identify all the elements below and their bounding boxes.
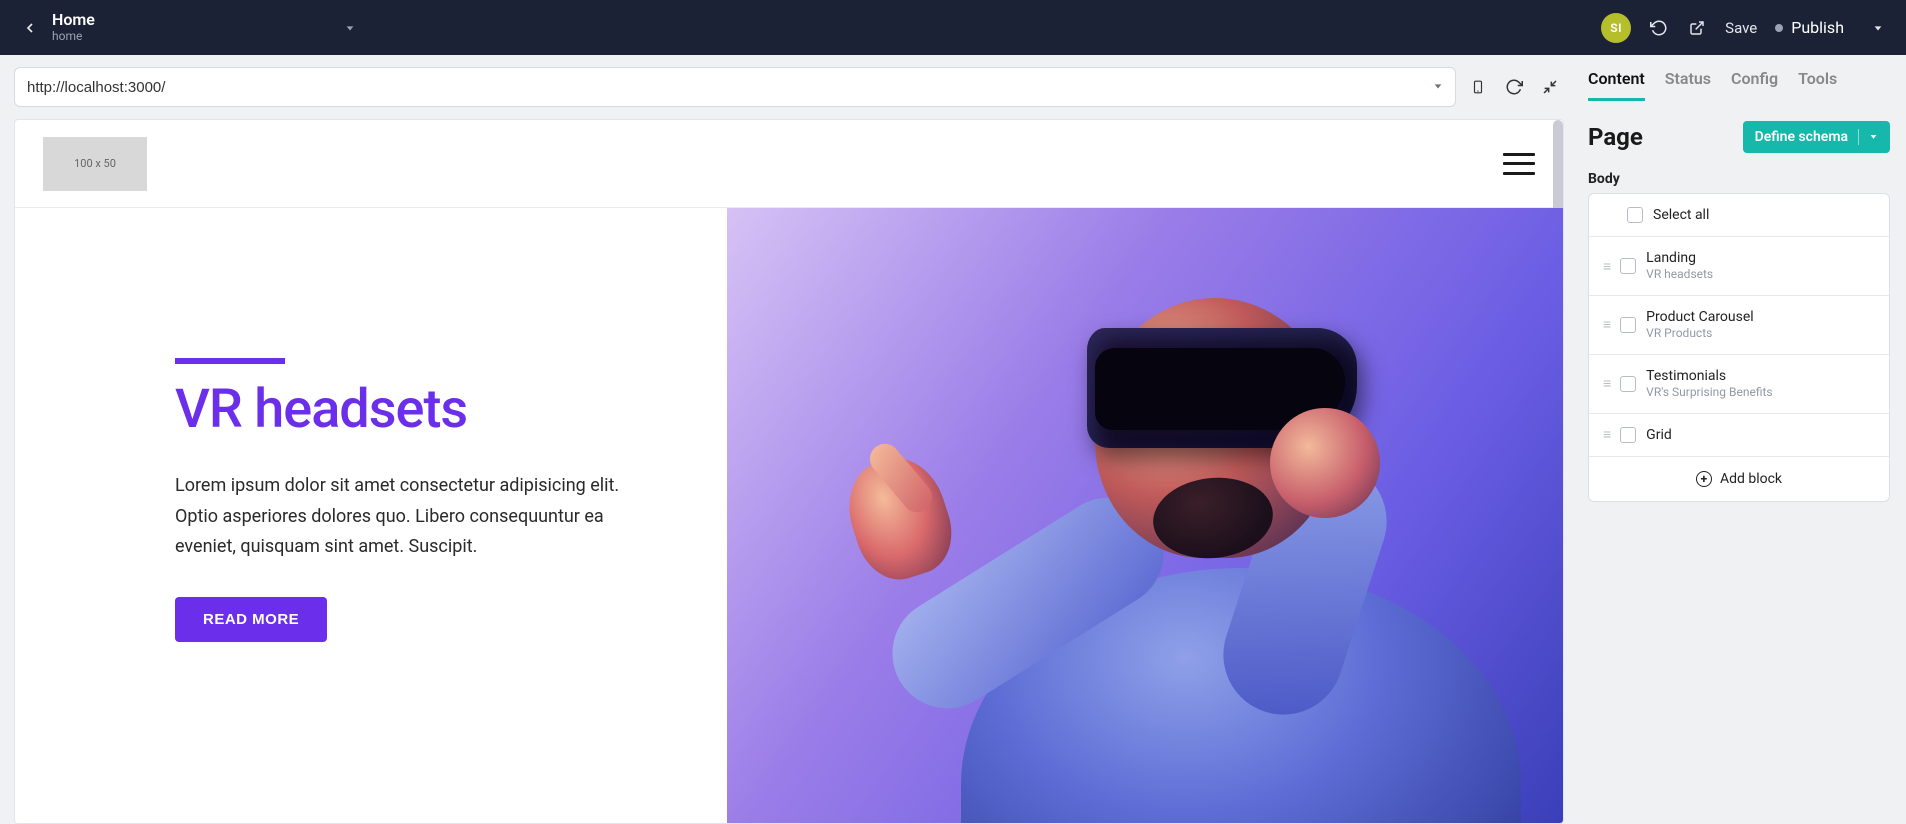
- save-button[interactable]: Save: [1725, 19, 1757, 37]
- plus-circle-icon: +: [1696, 471, 1712, 487]
- block-checkbox[interactable]: [1620, 317, 1636, 333]
- page-selector-dropdown[interactable]: [345, 18, 355, 37]
- select-all-checkbox[interactable]: [1627, 207, 1643, 223]
- avatar[interactable]: SI: [1601, 13, 1631, 43]
- add-block-button[interactable]: + Add block: [1589, 457, 1889, 501]
- main: 100 x 50 VR headsets Lorem ipsum dolor s…: [0, 55, 1906, 824]
- hero-title: VR headsets: [175, 378, 677, 441]
- mobile-icon: [1471, 77, 1485, 97]
- publish-label: Publish: [1791, 18, 1844, 37]
- page-slug: home: [52, 30, 95, 44]
- block-list: Select all ≡ Landing VR headsets ≡ Produ…: [1588, 193, 1890, 502]
- hero-image: [727, 208, 1563, 823]
- undo-icon: [1650, 19, 1668, 37]
- body-section-label: Body: [1588, 171, 1890, 187]
- block-checkbox[interactable]: [1620, 427, 1636, 443]
- url-bar[interactable]: [14, 67, 1456, 107]
- tab-content[interactable]: Content: [1588, 69, 1645, 101]
- select-all-label: Select all: [1653, 206, 1709, 224]
- read-more-button[interactable]: READ MORE: [175, 597, 327, 642]
- topbar: Home home SI Save Publish: [0, 0, 1906, 55]
- page-heading-row: Page Define schema: [1588, 121, 1890, 153]
- collapse-button[interactable]: [1536, 73, 1564, 101]
- site-header: 100 x 50: [15, 120, 1563, 208]
- caret-down-icon: [345, 23, 355, 33]
- block-row-landing[interactable]: ≡ Landing VR headsets: [1589, 237, 1889, 296]
- logo-placeholder-text: 100 x 50: [74, 157, 116, 170]
- tab-status[interactable]: Status: [1665, 69, 1711, 101]
- publish-dropdown[interactable]: [1868, 18, 1888, 38]
- inspector-panel: Content Status Config Tools Page Define …: [1574, 55, 1906, 824]
- preview-column: 100 x 50 VR headsets Lorem ipsum dolor s…: [0, 55, 1574, 824]
- block-subtitle: VR Products: [1646, 326, 1754, 342]
- block-title: Grid: [1646, 426, 1672, 444]
- collapse-icon: [1542, 79, 1558, 95]
- select-all-row: Select all: [1589, 194, 1889, 237]
- block-title: Testimonials: [1646, 367, 1772, 385]
- avatar-initials: SI: [1610, 21, 1622, 35]
- inspector-tabs: Content Status Config Tools: [1588, 69, 1890, 101]
- block-checkbox[interactable]: [1620, 376, 1636, 392]
- drag-handle-icon[interactable]: ≡: [1603, 426, 1610, 443]
- publish-button[interactable]: Publish: [1775, 18, 1844, 37]
- caret-down-icon: [1869, 132, 1878, 141]
- hero-text-area: VR headsets Lorem ipsum dolor sit amet c…: [15, 208, 727, 823]
- block-title: Product Carousel: [1646, 308, 1754, 326]
- caret-down-icon: [1873, 23, 1883, 33]
- tab-config[interactable]: Config: [1731, 69, 1778, 101]
- drag-handle-icon[interactable]: ≡: [1603, 258, 1610, 275]
- publish-status-dot: [1775, 24, 1783, 32]
- hero-accent-bar: [175, 358, 285, 364]
- url-input[interactable]: [27, 79, 1433, 96]
- mobile-view-button[interactable]: [1464, 73, 1492, 101]
- hamburger-menu[interactable]: [1503, 153, 1535, 175]
- undo-button[interactable]: [1649, 18, 1669, 38]
- site-body: VR headsets Lorem ipsum dolor sit amet c…: [15, 208, 1563, 823]
- block-checkbox[interactable]: [1620, 258, 1636, 274]
- page-title-block: Home home: [52, 11, 95, 43]
- define-schema-button[interactable]: Define schema: [1743, 121, 1890, 153]
- define-schema-label: Define schema: [1755, 129, 1848, 145]
- drag-handle-icon[interactable]: ≡: [1603, 375, 1610, 392]
- block-title: Landing: [1646, 249, 1713, 267]
- define-schema-dropdown[interactable]: [1858, 129, 1878, 145]
- block-subtitle: VR's Surprising Benefits: [1646, 385, 1772, 401]
- url-dropdown[interactable]: [1433, 80, 1443, 94]
- external-link-icon: [1689, 20, 1705, 36]
- reload-icon: [1505, 78, 1523, 96]
- preview-canvas: 100 x 50 VR headsets Lorem ipsum dolor s…: [14, 119, 1564, 824]
- block-row-testimonials[interactable]: ≡ Testimonials VR's Surprising Benefits: [1589, 355, 1889, 414]
- tab-tools[interactable]: Tools: [1798, 69, 1837, 101]
- block-subtitle: VR headsets: [1646, 267, 1713, 283]
- reload-button[interactable]: [1500, 73, 1528, 101]
- drag-handle-icon[interactable]: ≡: [1603, 316, 1610, 333]
- add-block-label: Add block: [1720, 471, 1782, 487]
- vr-figure-illustration: [727, 208, 1563, 823]
- page-title: Home: [52, 11, 95, 29]
- block-row-grid[interactable]: ≡ Grid: [1589, 414, 1889, 457]
- site-logo-placeholder: 100 x 50: [43, 137, 147, 191]
- topbar-actions: SI Save Publish: [1601, 13, 1888, 43]
- page-heading: Page: [1588, 123, 1643, 151]
- back-button[interactable]: [18, 16, 42, 40]
- preview-toolbar: [14, 67, 1564, 107]
- hero-body: Lorem ipsum dolor sit amet consectetur a…: [175, 471, 635, 563]
- chevron-left-icon: [22, 20, 38, 36]
- external-link-button[interactable]: [1687, 18, 1707, 38]
- caret-down-icon: [1433, 81, 1443, 91]
- block-row-product-carousel[interactable]: ≡ Product Carousel VR Products: [1589, 296, 1889, 355]
